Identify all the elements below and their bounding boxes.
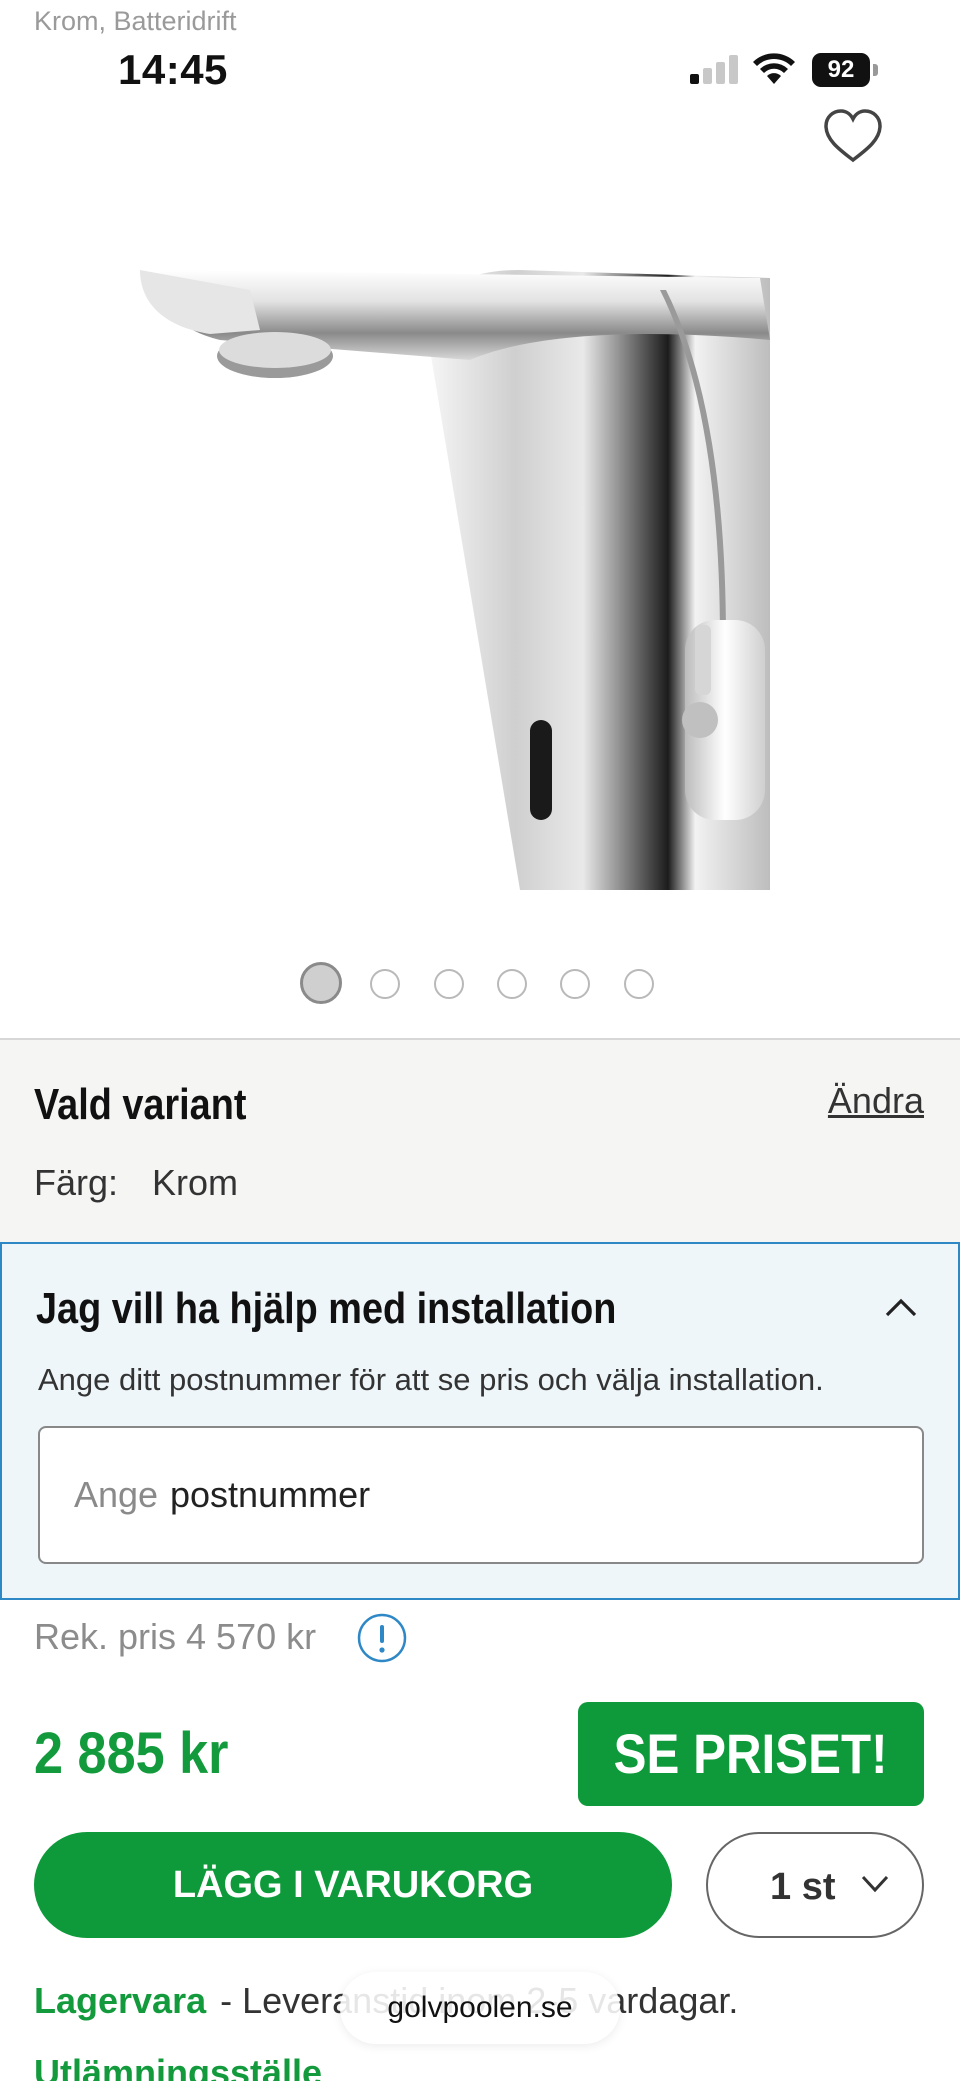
- wifi-icon: [753, 53, 795, 84]
- battery-icon: 92: [812, 53, 878, 87]
- quantity-value: 1 st: [770, 1866, 836, 1908]
- image-carousel-indicators: [0, 962, 960, 1004]
- postcode-value: postnummer: [170, 1474, 371, 1515]
- postcode-input[interactable]: Ange postnummer: [38, 1426, 924, 1564]
- stock-status: Lagervara: [34, 1980, 207, 2021]
- carousel-dot-1[interactable]: [300, 962, 342, 1004]
- pickup-location-link[interactable]: Utlämningsställe: [34, 2052, 322, 2081]
- installation-help-panel: Jag vill ha hjälp med installation Ange …: [0, 1242, 960, 1600]
- carousel-dot-3[interactable]: [434, 969, 464, 999]
- battery-level: 92: [812, 53, 870, 87]
- product-faucet-image: [140, 270, 770, 890]
- add-to-cart-button[interactable]: LÄGG I VARUKORG: [34, 1832, 672, 1938]
- info-icon[interactable]: [356, 1612, 408, 1664]
- variant-heading: Vald variant: [34, 1080, 247, 1129]
- postcode-placeholder: Ange: [74, 1474, 159, 1515]
- favorite-heart-icon[interactable]: [822, 108, 884, 164]
- color-value: Krom: [152, 1162, 239, 1203]
- color-label: Färg:: [34, 1162, 119, 1203]
- variant-subtitle: Krom, Batteridrift: [34, 6, 237, 36]
- chevron-down-icon: [861, 1875, 889, 1893]
- carousel-dot-5[interactable]: [560, 969, 590, 999]
- carousel-dot-2[interactable]: [370, 969, 400, 999]
- quantity-select[interactable]: 1 st: [706, 1832, 924, 1938]
- variant-color-row: Färg: Krom: [34, 1162, 238, 1204]
- see-price-button[interactable]: SE PRISET!: [578, 1702, 924, 1806]
- browser-url-pill[interactable]: golvpoolen.se: [340, 1972, 620, 2044]
- selected-variant-section: Vald variant Ändra Färg: Krom: [0, 1038, 960, 1242]
- chevron-up-icon[interactable]: [884, 1296, 918, 1318]
- installation-description: Ange ditt postnummer för att se pris och…: [38, 1362, 824, 1397]
- change-variant-link[interactable]: Ändra: [828, 1080, 924, 1122]
- product-price: 2 885 kr: [34, 1721, 229, 1786]
- cellular-signal-icon: [690, 54, 738, 84]
- carousel-dot-4[interactable]: [497, 969, 527, 999]
- status-time: 14:45: [118, 46, 228, 93]
- recommended-price: Rek. pris 4 570 kr: [34, 1616, 317, 1657]
- see-price-label: SE PRISET!: [614, 1722, 888, 1785]
- carousel-dot-6[interactable]: [624, 969, 654, 999]
- installation-heading: Jag vill ha hjälp med installation: [36, 1284, 617, 1333]
- status-bar: 14:45 92: [0, 40, 960, 100]
